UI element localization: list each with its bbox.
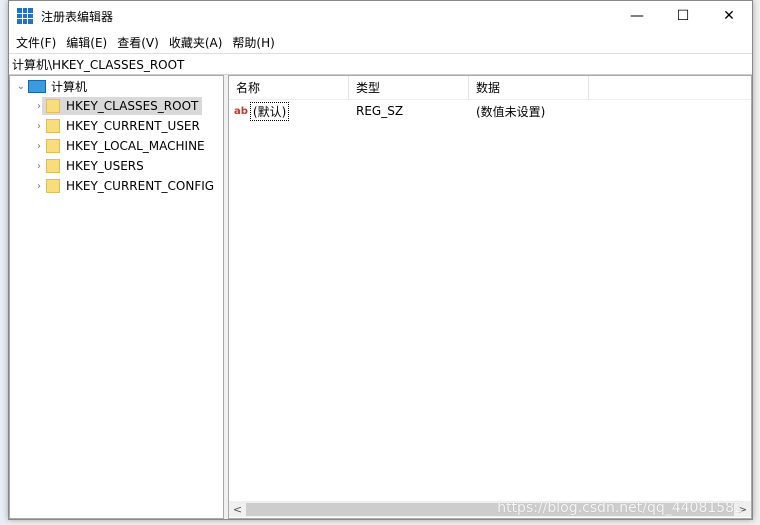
tree-item-hku[interactable]: › HKEY_USERS (10, 156, 223, 176)
window-title: 注册表编辑器 (41, 9, 114, 24)
regedit-window: 注册表编辑器 — ☐ ✕ 文件(F) 编辑(E) 查看(V) 收藏夹(A) 帮助… (8, 0, 753, 520)
value-type: REG_SZ (356, 104, 404, 118)
string-value-icon: ab (234, 105, 248, 117)
column-header-data[interactable]: 数据 (469, 75, 589, 100)
tree-item-hkcc[interactable]: › HKEY_CURRENT_CONFIG (10, 176, 223, 196)
folder-icon (46, 99, 60, 113)
chevron-down-icon[interactable]: ⌄ (14, 81, 28, 92)
column-header-type[interactable]: 类型 (349, 75, 469, 100)
value-list: 名称 类型 数据 ab (默认) REG_SZ (数值未设置) < > http… (228, 75, 752, 519)
title-bar: 注册表编辑器 — ☐ ✕ (9, 1, 752, 31)
regedit-icon (17, 8, 33, 24)
tree-label: HKEY_CURRENT_CONFIG (66, 179, 215, 193)
tree-item-hkcr[interactable]: › HKEY_CLASSES_ROOT (10, 96, 223, 116)
maximize-button[interactable]: ☐ (660, 1, 706, 31)
folder-icon (46, 159, 60, 173)
scroll-left-icon[interactable]: < (229, 503, 246, 516)
menu-edit[interactable]: 编辑(E) (61, 34, 112, 51)
watermark: https://blog.csdn.net/qq_44081582 (497, 500, 743, 516)
tree-label: HKEY_LOCAL_MACHINE (66, 139, 205, 153)
folder-icon (46, 179, 60, 193)
menu-help[interactable]: 帮助(H) (227, 34, 279, 51)
value-name: (默认) (249, 101, 290, 121)
tree-item-hklm[interactable]: › HKEY_LOCAL_MACHINE (10, 136, 223, 156)
tree-label: HKEY_CURRENT_USER (66, 119, 200, 133)
menu-bar: 文件(F) 编辑(E) 查看(V) 收藏夹(A) 帮助(H) (9, 31, 752, 53)
tree-label: HKEY_USERS (66, 159, 144, 173)
tree-label: HKEY_CLASSES_ROOT (66, 99, 199, 113)
chevron-right-icon[interactable]: › (32, 181, 46, 192)
chevron-right-icon[interactable]: › (32, 161, 46, 172)
key-tree: ⌄ 计算机 › HKEY_CLASSES_ROOT › HKEY_CURRENT… (9, 75, 224, 519)
tree-item-hkcu[interactable]: › HKEY_CURRENT_USER (10, 116, 223, 136)
menu-view[interactable]: 查看(V) (112, 34, 164, 51)
address-bar[interactable]: 计算机\HKEY_CLASSES_ROOT (9, 53, 752, 75)
tree-label: 计算机 (51, 79, 88, 94)
minimize-button[interactable]: — (614, 1, 660, 31)
folder-icon (46, 119, 60, 133)
menu-favorites[interactable]: 收藏夹(A) (164, 34, 228, 51)
folder-icon (46, 139, 60, 153)
value-data: (数值未设置) (476, 104, 546, 119)
chevron-right-icon[interactable]: › (32, 141, 46, 152)
chevron-right-icon[interactable]: › (32, 121, 46, 132)
computer-icon (28, 79, 46, 93)
column-header-name[interactable]: 名称 (229, 75, 349, 100)
menu-file[interactable]: 文件(F) (11, 34, 61, 51)
close-button[interactable]: ✕ (706, 1, 752, 31)
value-row[interactable]: ab (默认) REG_SZ (数值未设置) (229, 100, 751, 122)
tree-item-computer[interactable]: ⌄ 计算机 (10, 76, 223, 96)
